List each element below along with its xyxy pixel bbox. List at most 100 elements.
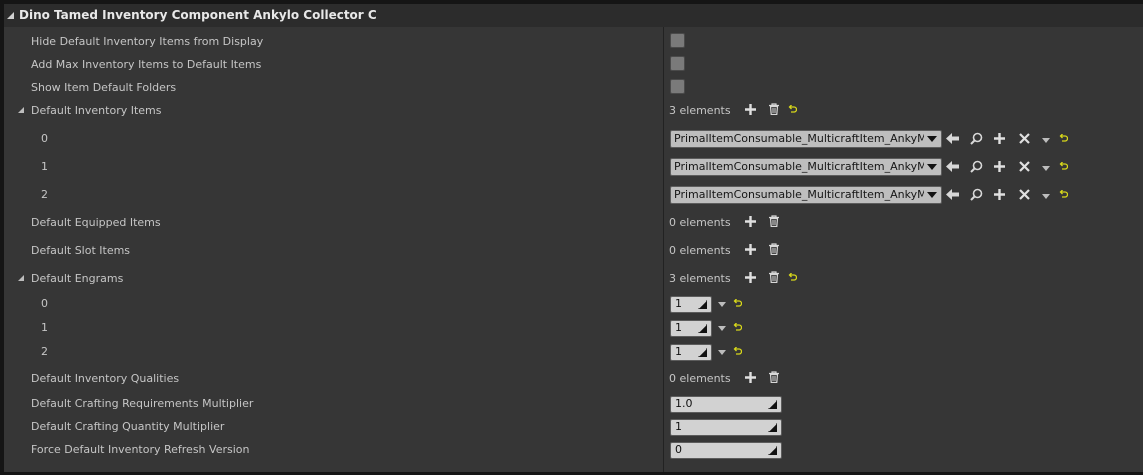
engram-value: 1 (675, 297, 682, 310)
add-max-items-checkbox[interactable] (670, 56, 685, 71)
element-index: 0 (41, 132, 48, 145)
property-label: Default Inventory Qualities (31, 372, 180, 385)
dropdown-arrow-icon[interactable] (1042, 194, 1050, 199)
asset-picker-combo[interactable]: PrimalItemConsumable_MulticraftItem_Anky… (670, 186, 942, 204)
reset-arrow-icon[interactable] (1059, 162, 1068, 171)
field-value: 1.0 (675, 397, 693, 410)
dropdown-arrow-icon[interactable] (718, 302, 726, 307)
element-index: 2 (41, 188, 48, 201)
trash-icon[interactable] (768, 103, 780, 115)
combo-arrow-icon (927, 136, 937, 142)
drag-handle-icon[interactable] (698, 300, 707, 309)
element-index: 2 (41, 345, 48, 358)
property-label: Show Item Default Folders (31, 81, 177, 94)
property-row-default-inventory-qualities: Default Inventory Qualities 0 elements (4, 367, 1143, 389)
hide-default-items-checkbox[interactable] (670, 33, 685, 48)
crafting-qty-multiplier-field[interactable]: 1 (670, 419, 782, 436)
plus-icon[interactable] (745, 272, 756, 283)
drag-handle-icon[interactable] (698, 348, 707, 357)
drag-handle-icon[interactable] (768, 400, 777, 409)
property-row-refresh-version: Force Default Inventory Refresh Version … (4, 439, 1143, 461)
element-index: 0 (41, 297, 48, 310)
dropdown-arrow-icon[interactable] (1042, 138, 1050, 143)
property-row-crafting-qty-multiplier: Default Crafting Quantity Multiplier 1 (4, 416, 1143, 438)
array-element-row: 1 PrimalItemConsumable_MulticraftItem_An… (4, 155, 1143, 179)
plus-icon[interactable] (994, 133, 1005, 144)
engram-value: 1 (675, 345, 682, 358)
plus-icon[interactable] (745, 104, 756, 115)
crafting-req-multiplier-field[interactable]: 1.0 (670, 396, 782, 413)
plus-icon[interactable] (994, 161, 1005, 172)
array-element-row: 2 PrimalItemConsumable_MulticraftItem_An… (4, 183, 1143, 207)
engram-value-field[interactable]: 1 (670, 296, 712, 313)
property-label: Default Crafting Quantity Multiplier (31, 420, 225, 433)
property-row-add-max-items: Add Max Inventory Items to Default Items (4, 53, 1143, 75)
drag-handle-icon[interactable] (768, 446, 777, 455)
dropdown-arrow-icon[interactable] (718, 350, 726, 355)
property-row-default-engrams: Default Engrams 3 elements (4, 267, 1143, 289)
property-row-default-equipped-items: Default Equipped Items 0 elements (4, 211, 1143, 233)
property-label: Force Default Inventory Refresh Version (31, 443, 250, 456)
magnifier-icon[interactable] (970, 188, 983, 201)
asset-picker-combo[interactable]: PrimalItemConsumable_MulticraftItem_Anky… (670, 130, 942, 148)
property-label: Add Max Inventory Items to Default Items (31, 58, 262, 71)
engram-value-field[interactable]: 1 (670, 320, 712, 337)
refresh-version-field[interactable]: 0 (670, 442, 782, 459)
category-title: Dino Tamed Inventory Component Ankylo Co… (19, 8, 377, 22)
element-count: 3 elements (669, 104, 731, 117)
magnifier-icon[interactable] (970, 160, 983, 173)
arrow-left-icon[interactable] (946, 133, 959, 144)
reset-arrow-icon[interactable] (733, 323, 742, 332)
dropdown-arrow-icon[interactable] (718, 326, 726, 331)
array-element-row: 1 1 (4, 317, 1143, 339)
element-count: 0 elements (669, 216, 731, 229)
dropdown-arrow-icon[interactable] (1042, 166, 1050, 171)
plus-icon[interactable] (745, 244, 756, 255)
reset-arrow-icon[interactable] (788, 273, 797, 282)
property-row-hide-default-items: Hide Default Inventory Items from Displa… (4, 30, 1143, 52)
collapse-triangle-icon[interactable] (7, 12, 14, 19)
plus-icon[interactable] (994, 189, 1005, 200)
element-count: 0 elements (669, 372, 731, 385)
expand-triangle-icon[interactable] (18, 107, 24, 113)
expand-triangle-icon[interactable] (18, 275, 24, 281)
x-icon[interactable] (1019, 133, 1030, 144)
trash-icon[interactable] (768, 371, 780, 383)
arrow-left-icon[interactable] (946, 189, 959, 200)
element-count: 3 elements (669, 272, 731, 285)
trash-icon[interactable] (768, 243, 780, 255)
reset-arrow-icon[interactable] (733, 347, 742, 356)
property-row-crafting-req-multiplier: Default Crafting Requirements Multiplier… (4, 393, 1143, 415)
engram-value-field[interactable]: 1 (670, 344, 712, 361)
arrow-left-icon[interactable] (946, 161, 959, 172)
element-index: 1 (41, 321, 48, 334)
asset-name: PrimalItemConsumable_MulticraftItem_Anky… (674, 132, 924, 145)
field-value: 0 (675, 443, 682, 456)
plus-icon[interactable] (745, 372, 756, 383)
combo-arrow-icon (927, 192, 937, 198)
property-label: Default Equipped Items (31, 216, 161, 229)
drag-handle-icon[interactable] (768, 423, 777, 432)
property-label: Hide Default Inventory Items from Displa… (31, 35, 264, 48)
x-icon[interactable] (1019, 189, 1030, 200)
reset-arrow-icon[interactable] (1059, 134, 1068, 143)
show-default-folders-checkbox[interactable] (670, 79, 685, 94)
reset-arrow-icon[interactable] (1059, 190, 1068, 199)
plus-icon[interactable] (745, 216, 756, 227)
reset-arrow-icon[interactable] (788, 105, 797, 114)
magnifier-icon[interactable] (970, 132, 983, 145)
details-panel: Dino Tamed Inventory Component Ankylo Co… (4, 4, 1143, 472)
asset-picker-combo[interactable]: PrimalItemConsumable_MulticraftItem_Anky… (670, 158, 942, 176)
drag-handle-icon[interactable] (698, 324, 707, 333)
property-label: Default Crafting Requirements Multiplier (31, 397, 254, 410)
engram-value: 1 (675, 321, 682, 334)
array-element-row: 2 1 (4, 341, 1143, 363)
property-row-default-inventory-items: Default Inventory Items 3 elements (4, 99, 1143, 121)
trash-icon[interactable] (768, 215, 780, 227)
element-count: 0 elements (669, 244, 731, 257)
combo-arrow-icon (927, 164, 937, 170)
category-header[interactable]: Dino Tamed Inventory Component Ankylo Co… (4, 4, 1143, 27)
trash-icon[interactable] (768, 271, 780, 283)
reset-arrow-icon[interactable] (733, 299, 742, 308)
x-icon[interactable] (1019, 161, 1030, 172)
